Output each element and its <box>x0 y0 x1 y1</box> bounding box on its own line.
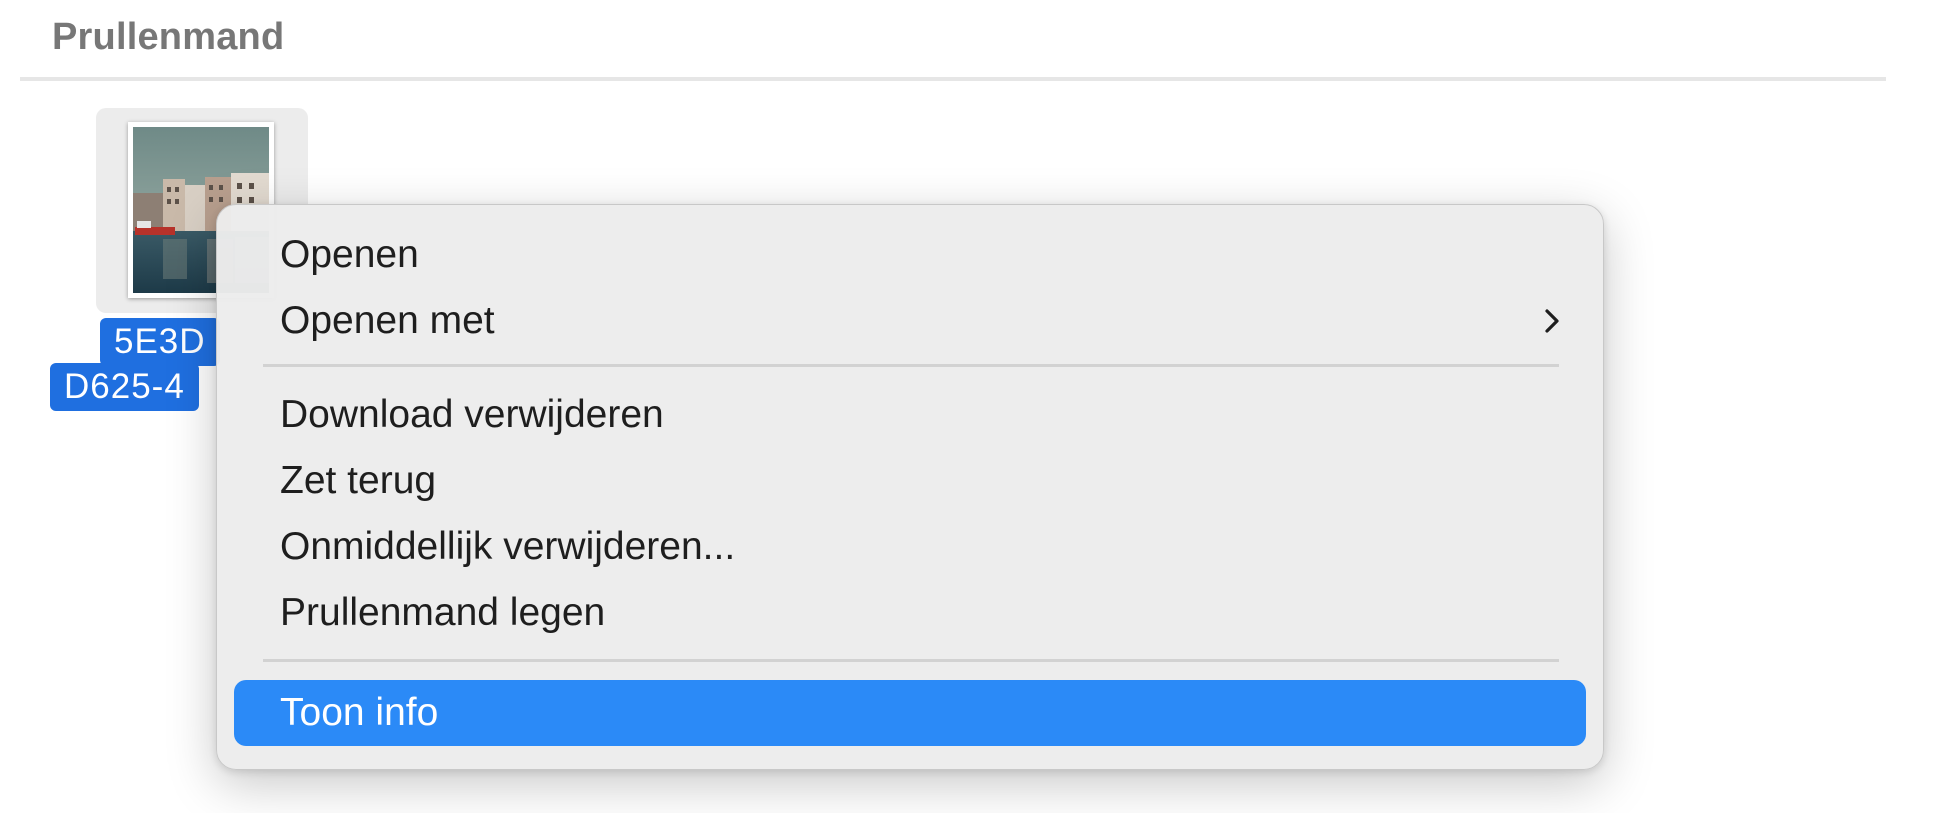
menu-item-label: Openen <box>280 233 419 276</box>
menu-item-delete-immediately[interactable]: Onmiddellijk verwijderen... <box>234 514 1586 580</box>
section-divider <box>20 77 1886 81</box>
menu-item-empty-trash[interactable]: Prullenmand legen <box>234 580 1586 646</box>
menu-separator <box>263 364 1559 367</box>
context-menu: Openen Openen met Download verwijderen Z… <box>216 204 1604 770</box>
menu-item-label: Download verwijderen <box>280 393 664 436</box>
menu-item-label: Openen met <box>280 299 495 342</box>
menu-item-label: Prullenmand legen <box>280 591 606 634</box>
menu-item-open-with[interactable]: Openen met <box>234 288 1586 354</box>
section-title: Prullenmand <box>52 16 285 58</box>
menu-separator <box>263 659 1559 662</box>
file-name-line-1: 5E3D <box>100 318 220 366</box>
menu-item-open[interactable]: Openen <box>234 222 1586 288</box>
menu-item-get-info[interactable]: Toon info <box>234 680 1586 746</box>
menu-item-remove-download[interactable]: Download verwijderen <box>234 382 1586 448</box>
chevron-right-icon <box>1545 309 1559 333</box>
menu-item-label: Zet terug <box>280 459 437 502</box>
file-name-line-2: D625-4 <box>50 363 199 411</box>
menu-item-label: Onmiddellijk verwijderen... <box>280 525 736 568</box>
menu-item-label: Toon info <box>280 691 439 734</box>
menu-item-put-back[interactable]: Zet terug <box>234 448 1586 514</box>
finder-window: Prullenmand 5E3D D625-4 Openen Openen me… <box>0 0 1935 813</box>
